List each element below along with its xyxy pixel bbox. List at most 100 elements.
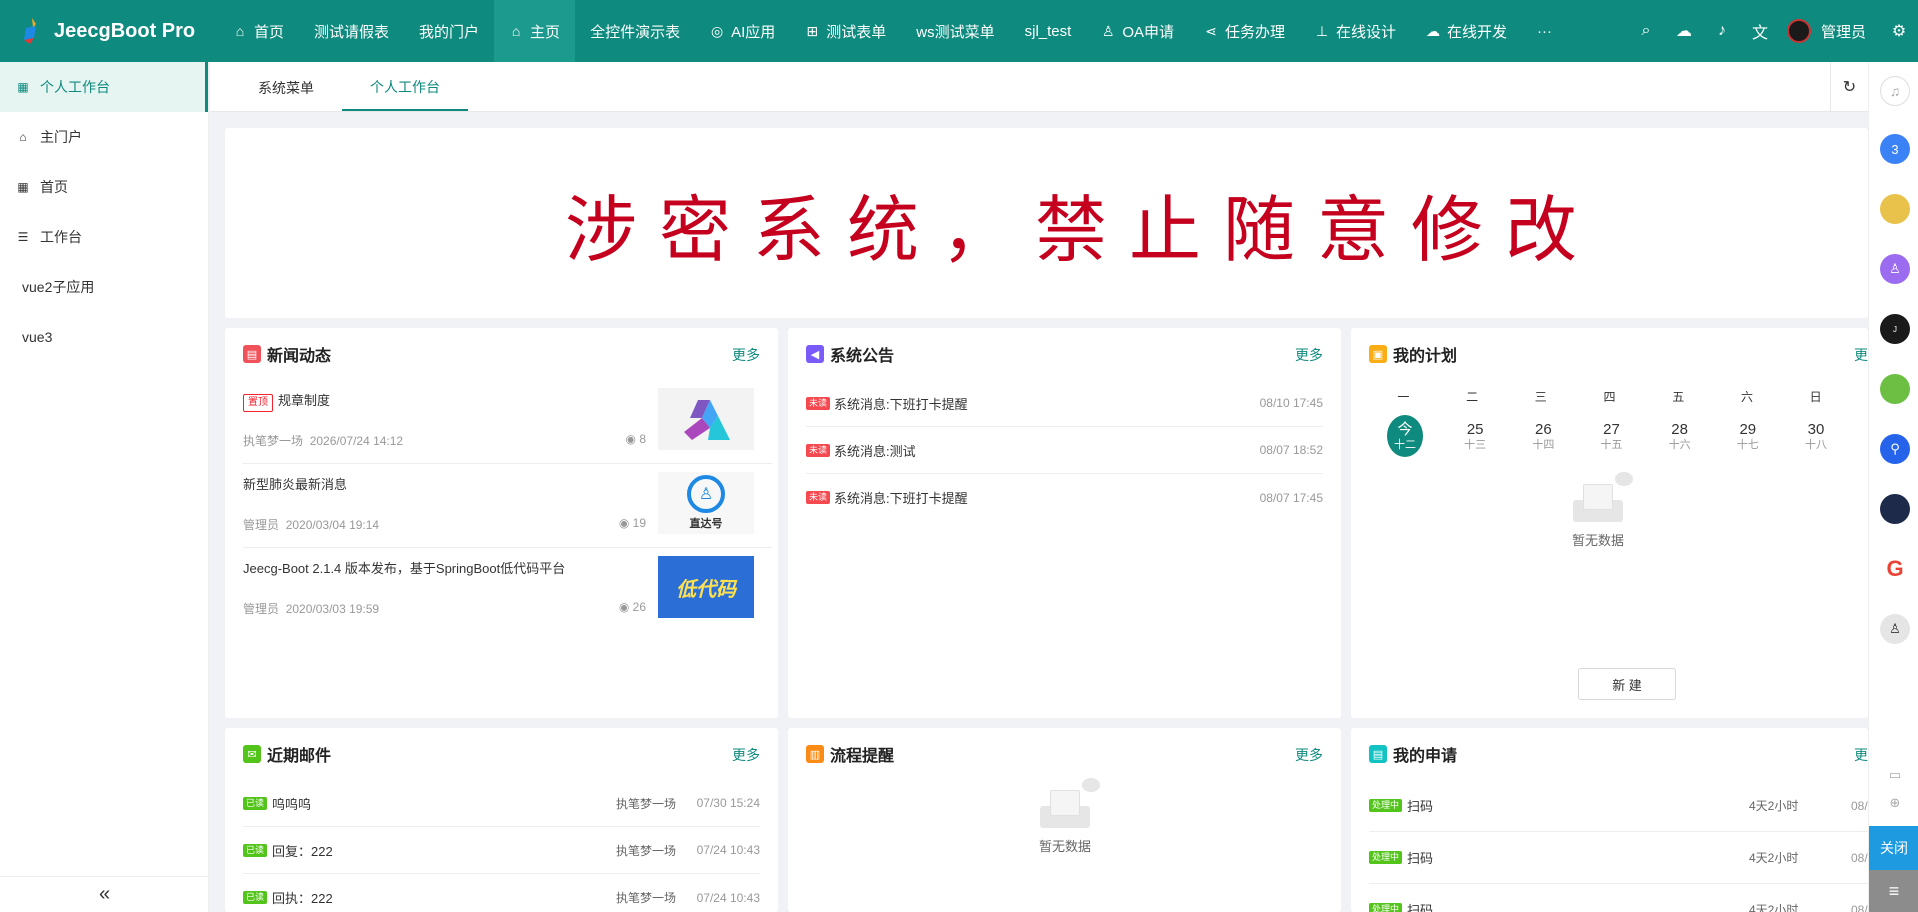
megaphone-icon: ◀ [806, 345, 824, 363]
cloud-upload-icon[interactable]: ☁ [1665, 21, 1703, 41]
user-menu[interactable]: 管理员 [1786, 19, 1866, 43]
more-link[interactable]: 更多 [1854, 345, 1868, 365]
list-item[interactable]: Jeecg-Boot 2.1.4 版本发布，基于SpringBoot低代码平台 … [243, 548, 772, 632]
translate-icon[interactable]: 文 [1741, 19, 1779, 43]
jeecg-logo-icon[interactable]: J [1880, 314, 1910, 344]
bank-icon: ⌂ [19, 130, 27, 144]
tab-personal-workbench[interactable]: 个人工作台 [342, 65, 468, 111]
ai-icon: ◎ [710, 22, 724, 39]
warning-banner: 涉密系统，禁止随意修改 [225, 128, 1868, 318]
app-shortcut-icon[interactable] [1880, 194, 1910, 224]
nav-online-design[interactable]: ⊥ 在线设计 [1300, 0, 1411, 62]
document-icon: ▤ [1369, 745, 1387, 763]
user-icon: ♙ [1102, 22, 1115, 39]
nav-ai-app[interactable]: ◎ AI应用 [695, 0, 790, 62]
menu-icon[interactable]: ≡ [1869, 870, 1918, 912]
nav-test-form[interactable]: ⊞ 测试表单 [790, 0, 901, 62]
unread-badge: 未读 [806, 396, 831, 410]
sidebar-item-vue3[interactable]: vue3 [0, 312, 208, 362]
list-item[interactable]: 置顶 规章制度 执笔梦一场 2026/07/24 14:12 ◉ 8 [243, 380, 772, 464]
nav-leave-form[interactable]: 测试请假表 [299, 0, 404, 62]
search-icon[interactable]: ⌕ [1627, 22, 1665, 40]
calendar-day[interactable]: 25 十三 [1441, 415, 1509, 457]
more-link[interactable]: 更多 [1295, 745, 1323, 765]
sidebar-item-workbench[interactable]: ☰ 工作台 [0, 212, 208, 262]
empty-inbox-icon [1571, 472, 1633, 524]
read-badge: 已读 [243, 843, 268, 857]
nav-my-portal[interactable]: 我的门户 [404, 0, 494, 62]
tab-bar: 系统菜单 个人工作台 ↻ [210, 62, 1868, 112]
nav-online-dev[interactable]: ☁ 在线开发 [1411, 0, 1522, 62]
nav-ws-test[interactable]: ws测试菜单 [901, 0, 1009, 62]
nav-oa-apply[interactable]: ♙ OA申请 [1086, 0, 1189, 62]
nav-home[interactable]: ⌂ 首页 [218, 0, 299, 62]
person-avatar-icon[interactable]: ♙ [1880, 614, 1910, 644]
nav-main-page[interactable]: ⌂ 主页 [494, 0, 576, 62]
flow-icon[interactable]: ⚲ [1880, 434, 1910, 464]
new-plan-button[interactable]: 新 建 [1578, 668, 1676, 700]
avatar [1786, 19, 1811, 43]
sidebar-collapse-button[interactable]: « [0, 876, 209, 912]
sidebar: ▦ 个人工作台 ⌂ 主门户 ▦ 首页 ☰ 工作台 vue2子应用 vue3 « [0, 62, 209, 912]
add-circle-icon[interactable]: ⊕ [1886, 794, 1904, 812]
eye-icon: ◉ [618, 516, 630, 530]
news-icon: ▤ [243, 345, 261, 363]
tab-system-menu[interactable]: 系统菜单 [230, 65, 342, 111]
nav-tasks[interactable]: ⋖ 任务办理 [1189, 0, 1300, 62]
card-title: 近期邮件 [267, 748, 332, 765]
refresh-icon[interactable]: ↻ [1830, 62, 1868, 112]
pinned-badge: 置顶 [243, 394, 273, 412]
list-item[interactable]: 未读 系统消息:测试 08/07 18:52 [806, 427, 1323, 474]
save-icon[interactable]: ▭ [1886, 766, 1904, 784]
list-item[interactable]: 已读 回执：222 执笔梦一场 07/24 10:43 [243, 874, 760, 912]
sidebar-item-main-portal[interactable]: ⌂ 主门户 [0, 112, 208, 162]
night-image-icon[interactable] [1880, 494, 1910, 524]
nav-all-controls[interactable]: 全控件演示表 [575, 0, 695, 62]
more-link[interactable]: 更多 [1854, 745, 1868, 765]
notification-bell-icon[interactable]: ♫ [1880, 76, 1910, 106]
list-item[interactable]: 处理中 扫码 4天2小时 08/20 14 [1369, 832, 1868, 884]
settings-gear-icon[interactable]: ⚙ [1880, 21, 1918, 41]
calendar-day[interactable]: 27 十五 [1577, 415, 1645, 457]
sidebar-item-vue2-subapp[interactable]: vue2子应用 [0, 262, 208, 312]
list-item[interactable]: 新型肺炎最新消息 管理员 2020/03/04 19:14 ◉ 19 ♙ 直达号 [243, 464, 772, 548]
message-count-badge[interactable]: 3 [1880, 134, 1910, 164]
cloud-icon: ☁ [1426, 22, 1441, 39]
nav-sjl-test[interactable]: sjl_test [1010, 0, 1087, 62]
bell-icon[interactable]: ♪ [1703, 22, 1741, 40]
calendar-day[interactable]: 26 十四 [1509, 415, 1577, 457]
empty-state: 暂无数据 [1038, 778, 1100, 855]
list-icon: ☰ [17, 230, 29, 244]
calendar-week: 今十二 25 十三 26 十四 27 十五 28 十六 29 十七 30 十八 [1369, 415, 1850, 457]
card-title: 系统公告 [830, 348, 895, 365]
calendar-day[interactable]: 28 十六 [1646, 415, 1714, 457]
more-link[interactable]: 更多 [1295, 345, 1323, 365]
list-item[interactable]: 处理中 扫码 4天2小时 08/20 14 [1369, 780, 1868, 832]
list-item[interactable]: 已读 回复：222 执笔梦一场 07/24 10:43 [243, 827, 760, 874]
nav-more[interactable]: ··· [1522, 0, 1567, 62]
home-icon: ⌂ [511, 23, 521, 39]
list-item[interactable]: 未读 系统消息:下班打卡提醒 08/10 17:45 [806, 380, 1323, 427]
list-item[interactable]: 未读 系统消息:下班打卡提醒 08/07 17:45 [806, 474, 1323, 521]
close-button[interactable]: 关闭 [1869, 826, 1918, 870]
more-link[interactable]: 更多 [732, 745, 760, 765]
calendar-day-today[interactable]: 今十二 [1387, 415, 1424, 457]
app-cluster-icon[interactable] [1880, 374, 1910, 404]
plan-card: ▣ 我的计划 更多 一 二 三 四 五 六 日 今十二 25十三 26十四 27… [1351, 328, 1868, 718]
list-item[interactable]: 已读 呜呜呜 执笔梦一场 07/30 15:24 [243, 780, 760, 827]
sidebar-item-home[interactable]: ▦ 首页 [0, 162, 208, 212]
read-badge: 已读 [243, 891, 268, 904]
eye-icon: ◉ [618, 600, 630, 614]
calendar-day[interactable]: 29 十七 [1714, 415, 1782, 457]
empty-state: 暂无数据 [1571, 472, 1633, 549]
more-link[interactable]: 更多 [732, 345, 760, 365]
google-icon[interactable]: G [1880, 554, 1910, 584]
app-logo[interactable]: JeecgBoot Pro [0, 0, 210, 62]
sidebar-item-personal-workbench[interactable]: ▦ 个人工作台 [0, 62, 208, 112]
unread-badge: 未读 [806, 443, 831, 457]
list-item[interactable]: 处理中 扫码 4天2小时 08/20 14 [1369, 884, 1868, 912]
news-thumbnail: ♙ 直达号 [658, 472, 754, 534]
user-avatar-icon[interactable]: ♙ [1880, 254, 1910, 284]
calendar-day[interactable]: 30 十八 [1782, 415, 1850, 457]
header-actions: ⌕ ☁ ♪ 文 管理员 ⚙ [1627, 0, 1918, 62]
